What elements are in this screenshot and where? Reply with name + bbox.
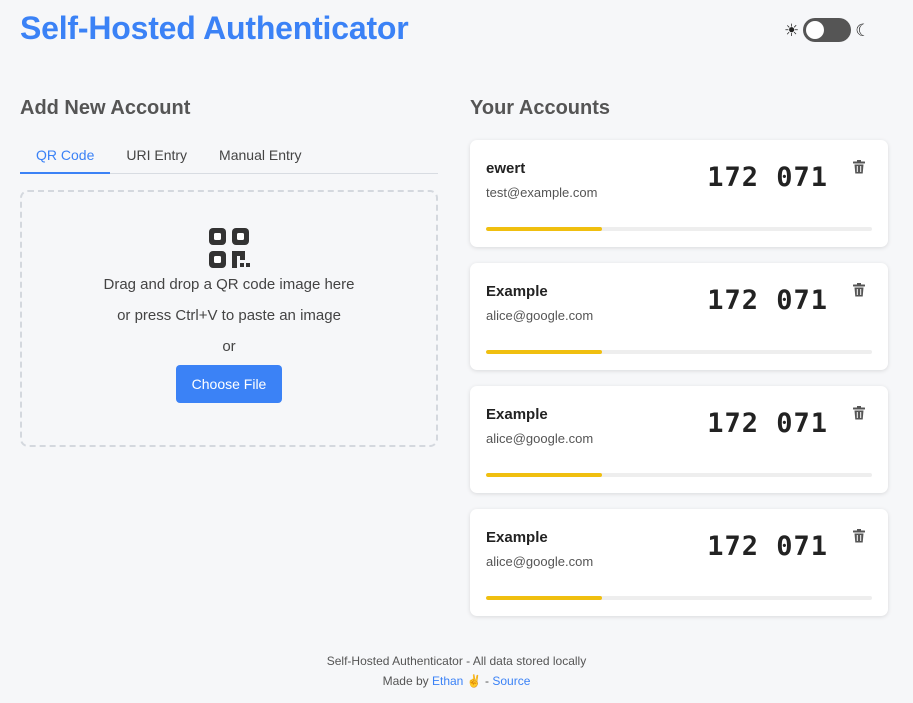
switch-knob [806,21,825,39]
app-title: Self-Hosted Authenticator [20,10,409,46]
author-link[interactable]: Ethan [432,674,463,688]
paste-instructions: or press Ctrl+V to paste an image [117,307,341,324]
account-issuer: Example [486,406,548,423]
timer-progress-fill [486,227,602,231]
victory-hand-icon: ✌️ [466,674,482,688]
account-issuer: Example [486,529,548,546]
trash-icon[interactable] [852,529,866,543]
footer-separator: - [485,674,489,688]
totp-code[interactable]: 172 071 [707,285,828,316]
timer-progress-fill [486,473,602,477]
account-card[interactable]: Example alice@google.com 172 071 [470,263,888,370]
account-card[interactable]: Example alice@google.com 172 071 [470,509,888,616]
totp-code[interactable]: 172 071 [707,408,828,439]
drop-instructions: Drag and drop a QR code image here [103,276,355,293]
footer-credits: Made by Ethan ✌️ - Source [0,671,913,691]
footer-note: Self-Hosted Authenticator - All data sto… [326,654,587,668]
tab-uri-entry[interactable]: URI Entry [110,138,203,174]
qr-dropzone[interactable]: Drag and drop a QR code image here or pr… [20,190,438,447]
account-issuer: Example [486,283,548,300]
trash-icon[interactable] [852,406,866,420]
add-account-title: Add New Account [20,97,191,119]
moon-icon: ☾ [855,20,871,40]
timer-progress-bar [486,596,872,600]
totp-code[interactable]: 172 071 [707,531,828,562]
tab-manual-entry[interactable]: Manual Entry [203,138,317,174]
add-account-tabs: QR Code URI Entry Manual Entry [20,138,438,174]
account-email: alice@google.com [486,554,594,569]
sun-icon: ☀ [784,20,800,40]
footer: Self-Hosted Authenticator - All data sto… [0,651,913,691]
theme-switch[interactable] [803,18,852,42]
account-card[interactable]: Example alice@google.com 172 071 [470,386,888,493]
made-by-label: Made by [382,674,429,688]
or-separator: or [222,338,236,355]
accounts-list: ewert test@example.com 172 071 Example a… [470,140,888,632]
choose-file-button[interactable]: Choose File [175,365,283,403]
account-email: alice@google.com [486,308,594,323]
timer-progress-bar [486,350,872,354]
account-issuer: ewert [486,160,526,177]
theme-toggle[interactable]: ☀ ☾ [784,18,871,42]
timer-progress-fill [486,596,602,600]
timer-progress-fill [486,350,602,354]
your-accounts-title: Your Accounts [470,97,611,119]
timer-progress-bar [486,227,872,231]
source-link[interactable]: Source [492,674,530,688]
account-email: test@example.com [486,185,598,200]
totp-code[interactable]: 172 071 [707,162,828,193]
tab-qr-code[interactable]: QR Code [20,138,111,174]
trash-icon[interactable] [852,160,866,174]
qrcode-icon [209,228,250,268]
trash-icon[interactable] [852,283,866,297]
timer-progress-bar [486,473,872,477]
account-card[interactable]: ewert test@example.com 172 071 [470,140,888,247]
account-email: alice@google.com [486,431,594,446]
